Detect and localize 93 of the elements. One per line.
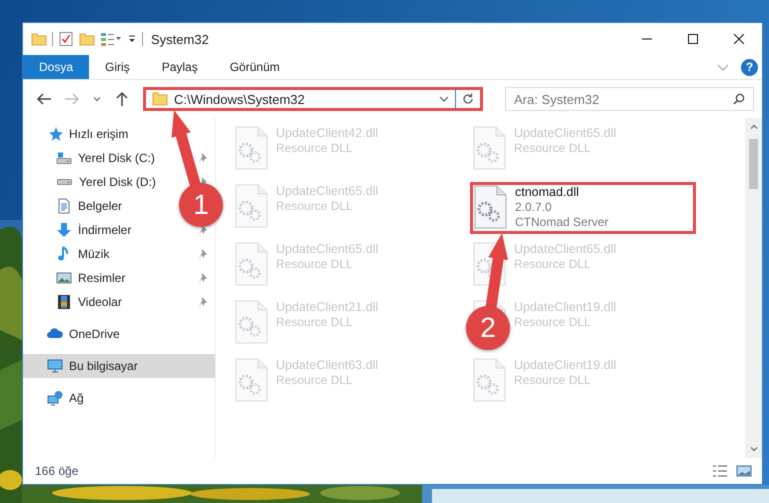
file-detail: Resource DLL (276, 141, 354, 156)
nav-label: İndirmeler (78, 223, 132, 237)
window-title: System32 (151, 32, 209, 46)
nav-label: Ağ (69, 391, 84, 405)
dll-file-icon (234, 126, 268, 170)
file-name: UpdateClient65.dll (276, 242, 378, 257)
file-name: UpdateClient65.dll (514, 126, 616, 141)
nav-item[interactable]: OneDrive (23, 322, 215, 346)
file-detail: 2.0.7.0 (515, 200, 553, 215)
recent-locations-icon[interactable] (92, 94, 102, 104)
document-icon (56, 198, 72, 214)
file-name: UpdateClient19.dll (514, 300, 616, 315)
download-icon (56, 222, 72, 238)
nav-label: Bu bilgisayar (69, 359, 138, 373)
file-detail: Resource DLL (276, 199, 354, 214)
scroll-down-icon[interactable] (750, 445, 758, 453)
file-detail: Resource DLL (514, 373, 592, 388)
up-icon[interactable] (114, 91, 130, 107)
nav-item[interactable]: İndirmeler (56, 218, 136, 242)
scroll-up-icon[interactable] (750, 123, 758, 131)
refresh-icon[interactable] (462, 93, 474, 105)
back-icon[interactable] (36, 91, 52, 107)
nav-label: Hızlı erişim (69, 127, 128, 141)
file-name: UpdateClient65.dll (276, 184, 378, 199)
drive-icon (56, 150, 72, 166)
nav-label: Videolar (78, 295, 122, 309)
nav-item[interactable]: Bu bilgisayar (23, 354, 215, 378)
file-name: ctnomad.dll (515, 185, 580, 200)
search-field[interactable]: Ara: System32 (505, 87, 754, 111)
film-icon (56, 294, 72, 310)
nav-item[interactable]: Ağ (23, 386, 215, 410)
close-icon (734, 34, 744, 44)
dll-file-icon (234, 300, 268, 344)
drive-icon (57, 179, 72, 185)
nav-item[interactable]: Müzik (56, 242, 114, 266)
nav-item[interactable]: Videolar (56, 290, 126, 314)
file-detail: Resource DLL (276, 257, 354, 272)
caret-icon[interactable] (127, 34, 137, 44)
pin-icon[interactable] (197, 273, 207, 283)
file-detail: Resource DLL (514, 315, 592, 330)
pin-icon[interactable] (197, 153, 207, 163)
nav-label: Belgeler (78, 199, 122, 213)
nav-item[interactable]: Resimler (56, 266, 130, 290)
address-path: C:\Windows\System32 (174, 92, 306, 106)
nav-label: Müzik (78, 247, 110, 261)
dll-file-icon (472, 126, 506, 170)
nav-label: Yerel Disk (C:) (78, 151, 155, 165)
image-icon (56, 270, 72, 286)
properties-icon[interactable] (58, 31, 74, 47)
monitor-icon (47, 358, 63, 374)
dropdown-icon[interactable] (439, 94, 449, 104)
nav-item[interactable]: Hızlı erişim (23, 122, 215, 146)
file-detail: CTNomad Server (515, 215, 608, 230)
pin-icon[interactable] (197, 297, 207, 307)
dll-file-icon (473, 185, 507, 229)
file-detail: Resource DLL (514, 257, 592, 272)
nav-item[interactable]: Yerel Disk (C:) (56, 146, 159, 170)
file-name: UpdateClient19.dll (514, 358, 616, 373)
item-count: 166 öğe (35, 464, 78, 478)
view-icon[interactable] (100, 31, 122, 47)
star-icon (47, 126, 63, 142)
file-name: UpdateClient65.dll (514, 242, 616, 257)
large-icons-view-icon[interactable] (736, 463, 752, 479)
nav-label: OneDrive (69, 327, 120, 341)
nav-label: Resimler (78, 271, 126, 285)
dll-file-icon (472, 358, 506, 402)
file-detail: Resource DLL (276, 373, 354, 388)
nav-item[interactable]: Yerel Disk (D:) (56, 170, 160, 194)
nav-item[interactable]: Belgeler (56, 194, 126, 218)
pin-icon[interactable] (197, 249, 207, 259)
ribbon-tab[interactable]: Görünüm (214, 55, 296, 79)
ribbon-tab[interactable]: Paylaş (146, 55, 214, 79)
help-button[interactable]: ? (741, 58, 758, 76)
nav-label: Yerel Disk (D:) (79, 175, 156, 189)
network-icon (47, 390, 63, 406)
scroll-thumb[interactable] (749, 139, 758, 189)
ribbon-tab[interactable]: Giriş (89, 55, 146, 79)
address-bar[interactable]: C:\Windows\System32 (143, 87, 483, 111)
ribbon-tab[interactable]: Dosya (23, 55, 90, 79)
file-detail: Resource DLL (514, 141, 592, 156)
file-detail: Resource DLL (276, 315, 354, 330)
scrollbar[interactable] (745, 118, 762, 458)
folder-icon (152, 91, 168, 107)
file-name: UpdateClient21.dll (276, 300, 378, 315)
dll-file-icon (234, 184, 268, 228)
maximize-icon (688, 34, 698, 44)
search-icon[interactable] (733, 93, 745, 105)
file-name: UpdateClient63.dll (276, 358, 378, 373)
pin-icon[interactable] (197, 225, 207, 235)
dll-file-icon (234, 358, 268, 402)
dll-file-icon (234, 242, 268, 286)
details-view-icon[interactable] (712, 463, 728, 479)
file-name: UpdateClient42.dll (276, 126, 378, 141)
